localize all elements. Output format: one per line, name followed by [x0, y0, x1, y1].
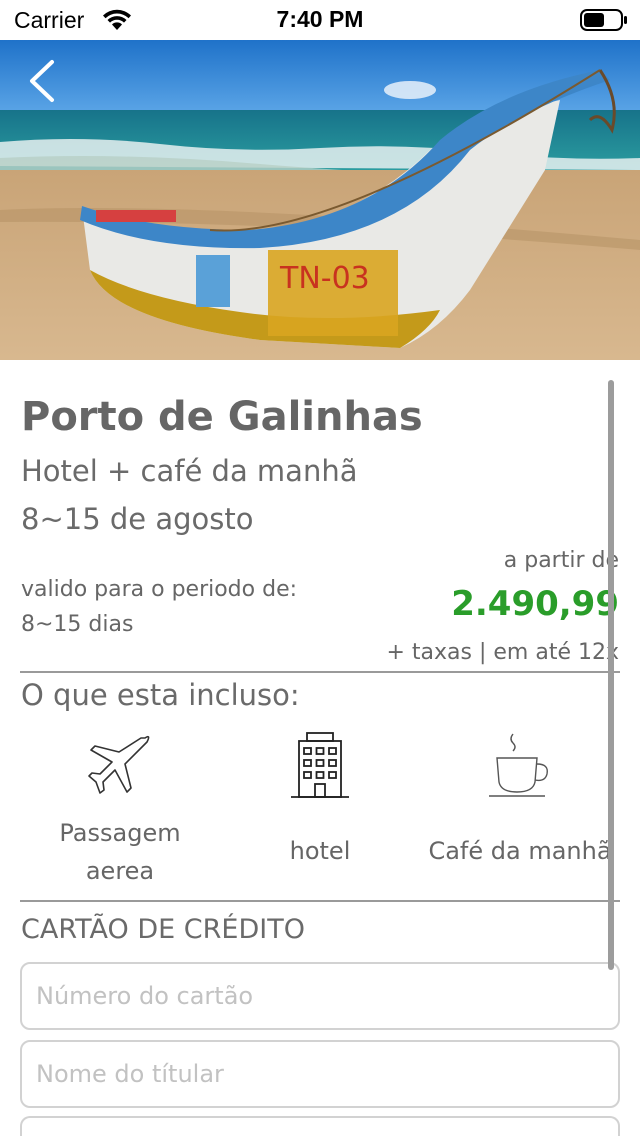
offer-details: Porto de Galinhas Hotel + café da manhã … [0, 360, 640, 1136]
price-note: + taxas | em até 12x [386, 640, 619, 665]
svg-text:TN-03: TN-03 [279, 261, 370, 296]
next-input-field[interactable] [20, 1116, 620, 1136]
included-item-hotel: hotel [220, 730, 420, 870]
card-number-input[interactable] [20, 962, 620, 1030]
included-item-flight: Passagem aerea [20, 730, 220, 890]
coffee-cup-icon [489, 733, 548, 797]
scrollbar[interactable] [608, 380, 614, 970]
clock-time: 7:40 PM [276, 6, 364, 32]
chevron-left-icon[interactable] [30, 60, 54, 102]
package-subtitle: Hotel + café da manhã [21, 454, 358, 488]
card-holder-input[interactable] [20, 1040, 620, 1108]
divider [20, 900, 620, 902]
back-button[interactable] [24, 58, 60, 104]
price-value: 2.490,99 [451, 584, 619, 624]
included-label: hotel [289, 837, 351, 865]
valid-period-value: 8~15 dias [21, 612, 134, 637]
included-label: Passagem [59, 819, 181, 847]
credit-card-title: CARTÃO DE CRÉDITO [21, 914, 305, 945]
price-from-label: a partir de [503, 548, 619, 573]
included-item-breakfast: Café da manhã [420, 730, 620, 870]
hotel-building-icon [291, 732, 349, 798]
travel-dates: 8~15 de agosto [21, 502, 254, 536]
status-bar: Carrier 7:40 PM [0, 0, 640, 40]
airplane-icon [88, 735, 150, 794]
hero-photo: TN-03 [0, 40, 640, 360]
beach-boat-photo: TN-03 [0, 40, 640, 360]
valid-period-label: valido para o periodo de: [21, 577, 298, 602]
included-label: aerea [85, 857, 155, 885]
divider [20, 671, 620, 673]
included-title: O que esta incluso: [21, 678, 300, 712]
battery-icon [580, 9, 627, 31]
included-label: Café da manhã [428, 837, 612, 865]
destination-title: Porto de Galinhas [21, 394, 423, 440]
